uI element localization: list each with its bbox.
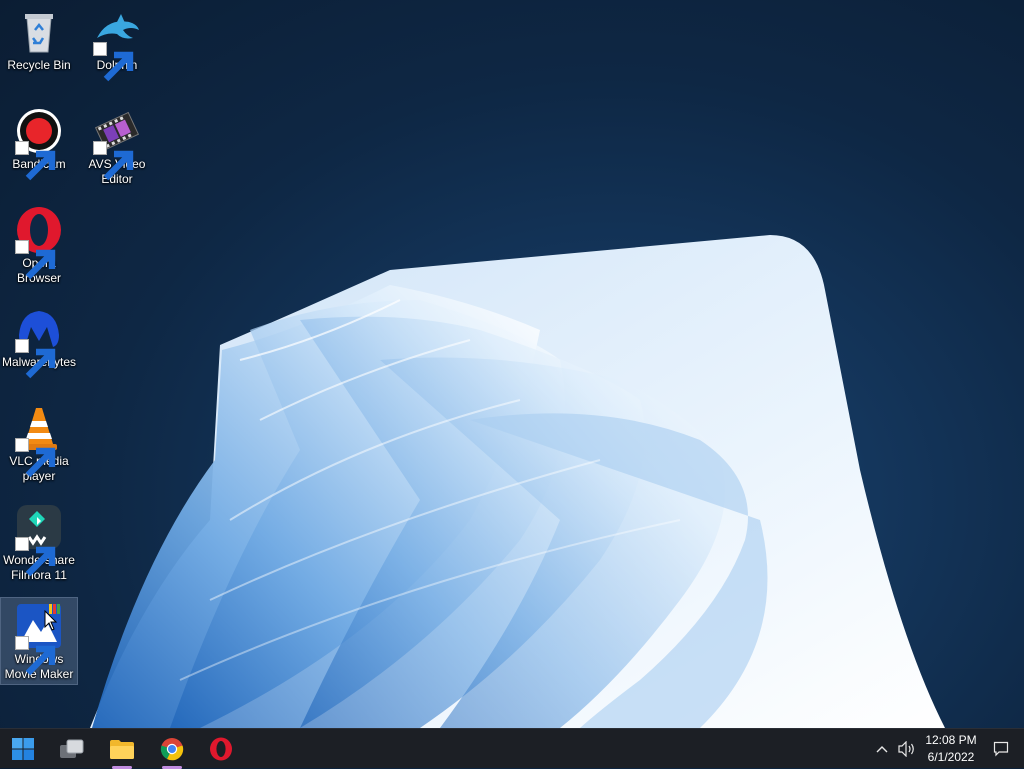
- shortcut-arrow-icon: [15, 240, 56, 280]
- chrome-button[interactable]: [156, 733, 188, 769]
- chevron-up-icon: [876, 746, 888, 753]
- malwarebytes-icon-wrap: [15, 305, 63, 379]
- taskbar: 12:08 PM 6/1/2022: [0, 728, 1024, 769]
- clock[interactable]: 12:08 PM 6/1/2022: [920, 732, 982, 766]
- opera-icon-wrap: [15, 206, 63, 280]
- desktop[interactable]: Recycle Bin Dolphin Bandicam AVS Video E…: [0, 0, 1024, 728]
- shortcut-arrow-icon: [15, 339, 56, 379]
- vlc-cone-icon-wrap: [15, 404, 63, 478]
- task-view-button[interactable]: [56, 733, 88, 765]
- folder-icon: [110, 740, 134, 759]
- volume-button[interactable]: [896, 729, 918, 769]
- shortcut-arrow-icon: [15, 537, 56, 577]
- opera-icon: [210, 737, 232, 761]
- bandicam-icon-wrap: [15, 107, 63, 181]
- clock-date: 6/1/2022: [927, 750, 975, 764]
- filmora-icon-wrap: [15, 503, 63, 577]
- task-view-icon: [60, 739, 84, 758]
- shortcut-arrow-icon: [93, 42, 134, 82]
- shortcut-arrow-icon: [15, 438, 56, 478]
- file-explorer-button[interactable]: [106, 733, 138, 769]
- film-strip-icon-wrap: [93, 107, 141, 181]
- shortcut-arrow-icon: [15, 141, 56, 181]
- desktop-icon-malwarebytes[interactable]: Malwarebytes: [1, 301, 77, 379]
- desktop-icon-vlc-media-player[interactable]: VLC media player: [1, 400, 77, 486]
- shortcut-arrow-icon: [15, 636, 56, 676]
- notification-icon: [993, 741, 1009, 757]
- desktop-icon-opera-browser[interactable]: Opera Browser: [1, 202, 77, 288]
- speaker-icon: [898, 741, 914, 757]
- windows-logo-icon: [12, 738, 34, 760]
- desktop-icon-wondershare-filmora[interactable]: Wondershare Filmora 11: [1, 499, 77, 585]
- start-button[interactable]: [7, 733, 39, 765]
- mouse-cursor-icon: [44, 610, 58, 631]
- desktop-icon-label: Recycle Bin: [7, 58, 71, 72]
- desktop-icon-recycle-bin[interactable]: Recycle Bin: [1, 4, 77, 78]
- dolphin-icon-wrap: [93, 8, 141, 82]
- desktop-icon-avs-video-editor[interactable]: AVS Video Editor: [79, 103, 155, 189]
- desktop-icon-windows-movie-maker[interactable]: Windows Movie Maker: [0, 597, 78, 685]
- notifications-button[interactable]: [990, 729, 1012, 769]
- shortcut-arrow-icon: [93, 141, 134, 181]
- clock-time: 12:08 PM: [925, 733, 977, 747]
- chrome-icon: [160, 738, 184, 761]
- desktop-icon-bandicam[interactable]: Bandicam: [1, 103, 77, 181]
- show-hidden-icons-button[interactable]: [872, 729, 892, 769]
- desktop-icon-dolphin[interactable]: Dolphin: [79, 4, 155, 82]
- opera-button[interactable]: [205, 733, 237, 765]
- recycle-bin-icon: [15, 8, 63, 56]
